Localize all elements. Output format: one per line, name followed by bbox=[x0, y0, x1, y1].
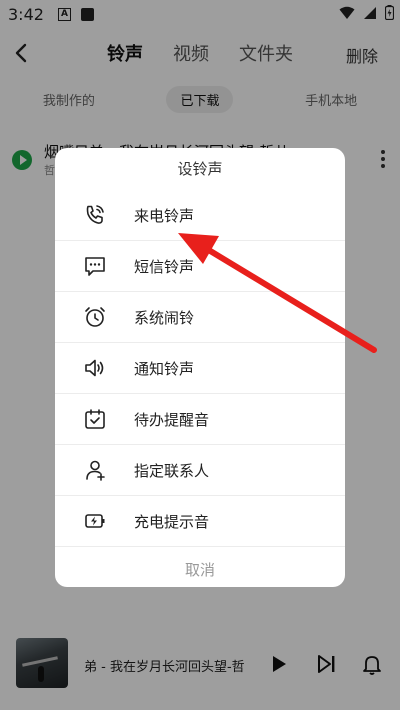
annotation-arrow bbox=[178, 233, 377, 353]
